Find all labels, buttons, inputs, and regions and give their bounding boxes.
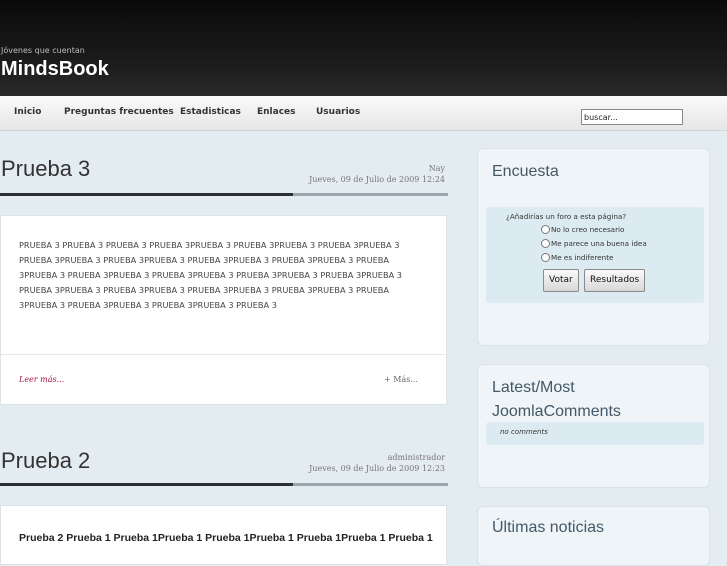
article-text-line: 3PRUEBA 3 PRUEBA 3PRUEBA 3 PRUEBA 3PRUEB…	[19, 270, 403, 280]
article-date: Jueves, 09 de Julio de 2009 12:24	[309, 175, 445, 184]
poll-module: Encuesta ¿Añadirías un foro a esta págin…	[477, 148, 710, 346]
radio-button[interactable]	[541, 225, 550, 234]
article-text-line: Prueba 2 Prueba 1 Prueba 1Prueba 1 Prueb…	[19, 532, 433, 544]
nav-item-inicio[interactable]: Inicio	[14, 107, 41, 117]
article-text: PRUEBA 3 PRUEBA 3 PRUEBA 3 PRUEBA 3PRUEB…	[19, 238, 419, 313]
poll-option-label: Me parece una buena idea	[551, 239, 647, 248]
article-body: PRUEBA 3 PRUEBA 3 PRUEBA 3 PRUEBA 3PRUEB…	[0, 215, 448, 405]
comments-title-line: JoomlaComments	[492, 403, 621, 420]
poll-option[interactable]: No lo creo necesario	[541, 225, 624, 234]
nav-item-estadisticas[interactable]: Estadisticas	[180, 107, 241, 117]
more-link[interactable]: + Más...	[384, 375, 418, 384]
article-text: Prueba 2 Prueba 1 Prueba 1Prueba 1 Prueb…	[19, 531, 439, 546]
results-button[interactable]: Resultados	[584, 269, 646, 292]
read-more-link[interactable]: Leer más...	[19, 375, 64, 384]
article-body: Prueba 2 Prueba 1 Prueba 1Prueba 1 Prueb…	[0, 505, 447, 565]
article-text-line: PRUEBA 3PRUEBA 3 PRUEBA 3PRUEBA 3 PRUEBA…	[19, 285, 389, 295]
article-author: Nay	[428, 164, 445, 173]
article-footer: Leer más... + Más...	[1, 354, 448, 405]
news-module: Últimas noticias	[477, 506, 710, 566]
comments-title: Latest/Most JoomlaComments	[492, 376, 621, 424]
article-title[interactable]: Prueba 2	[1, 448, 90, 474]
main-content: Prueba 3 Nay Jueves, 09 de Julio de 2009…	[0, 131, 460, 565]
poll-option-label: Me es indiferente	[551, 253, 614, 262]
article-author: administrador	[387, 453, 445, 462]
comments-list: no comments	[486, 422, 704, 445]
article-text-line: 3PRUEBA 3 PRUEBA 3PRUEBA 3 PRUEBA 3PRUEB…	[19, 300, 277, 310]
radio-button[interactable]	[541, 253, 550, 262]
article-title[interactable]: Prueba 3	[1, 156, 90, 182]
nav-item-preguntas[interactable]: Preguntas frecuentes	[64, 107, 174, 117]
poll-option-label: No lo creo necesario	[551, 225, 625, 234]
poll-option[interactable]: Me es indiferente	[541, 253, 613, 262]
poll-question: ¿Añadirías un foro a esta página?	[506, 212, 627, 221]
comments-module: Latest/Most JoomlaComments no comments	[477, 364, 710, 488]
article-divider	[0, 193, 448, 196]
search-input[interactable]	[581, 109, 683, 125]
nav-item-enlaces[interactable]: Enlaces	[257, 107, 296, 117]
site-header: Jóvenes que cuentan MindsBook	[0, 0, 727, 96]
comments-title-line: Latest/Most	[492, 379, 575, 396]
no-comments-text: no comments	[500, 428, 548, 436]
article-date: Jueves, 09 de Julio de 2009 12:23	[309, 464, 445, 473]
site-name[interactable]: MindsBook	[1, 58, 109, 81]
site-tagline: Jóvenes que cuentan	[1, 46, 85, 55]
article-divider	[0, 483, 448, 486]
article-text-line: PRUEBA 3 PRUEBA 3 PRUEBA 3 PRUEBA 3PRUEB…	[19, 240, 400, 250]
nav-item-usuarios[interactable]: Usuarios	[316, 107, 360, 117]
article-text-line: PRUEBA 3PRUEBA 3 PRUEBA 3PRUEBA 3 PRUEBA…	[19, 255, 389, 265]
news-title: Últimas noticias	[492, 519, 605, 536]
radio-button[interactable]	[541, 239, 550, 248]
poll-form: ¿Añadirías un foro a esta página? No lo …	[486, 207, 704, 303]
poll-option[interactable]: Me parece una buena idea	[541, 239, 647, 248]
vote-button[interactable]: Votar	[543, 269, 579, 292]
poll-title: Encuesta	[492, 163, 559, 180]
